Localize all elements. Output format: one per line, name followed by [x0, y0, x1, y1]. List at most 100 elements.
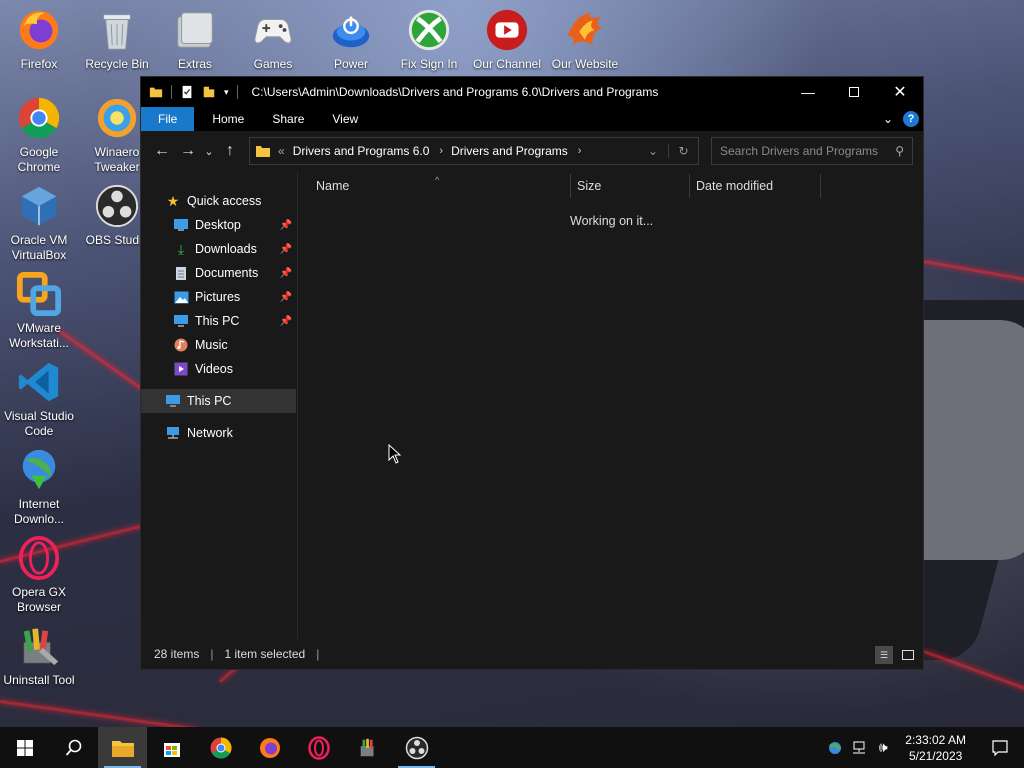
up-button[interactable]: ↑ [217, 138, 243, 164]
desktop-icon-virtualbox[interactable]: Oracle VM VirtualBox [0, 182, 78, 263]
wallpaper-line [923, 650, 1024, 691]
nav-this-pc[interactable]: This PC [141, 389, 296, 413]
notification-icon [992, 739, 1008, 756]
chevron-right-icon[interactable]: › [439, 145, 443, 157]
desktop-icon-games[interactable]: Games [234, 6, 312, 72]
maximize-button[interactable] [831, 77, 877, 107]
column-label: Size [577, 179, 602, 193]
taskbar-firefox[interactable] [245, 727, 294, 768]
column-header-name[interactable]: ^ Name [298, 174, 571, 198]
address-bar[interactable]: « Drivers and Programs 6.0 › Drivers and… [249, 137, 699, 165]
desktop-icon-recycle-bin[interactable]: Recycle Bin [78, 6, 156, 72]
forward-button[interactable]: → [175, 138, 201, 164]
firefox-icon [259, 737, 280, 758]
nav-label: Music [195, 338, 228, 352]
desktop-icon-label: Uninstall Tool [3, 673, 75, 687]
desktop-icon-extras[interactable]: Extras [156, 6, 234, 72]
desktop-icon-google-chrome[interactable]: Google Chrome [0, 94, 78, 175]
back-button[interactable]: ← [149, 138, 175, 164]
taskbar: 🕪 2:33:02 AM 5/21/2023 [0, 727, 1024, 768]
desktop-icon-label: Firefox [20, 57, 58, 71]
refresh-icon[interactable]: ↻ [668, 144, 698, 158]
divider: | [210, 647, 214, 661]
taskbar-opera-gx[interactable] [294, 727, 343, 768]
desktop-icon-vmware[interactable]: VMware Workstati... [0, 270, 78, 351]
recent-locations-button[interactable]: ⌄ [201, 138, 217, 164]
chrome-icon [210, 737, 232, 759]
taskbar-uninstall-tool[interactable] [343, 727, 392, 768]
folder-icon [171, 6, 219, 54]
desktop-icon-our-channel[interactable]: Our Channel [468, 6, 546, 72]
tray-app-button[interactable] [823, 741, 847, 755]
tab-home[interactable]: Home [198, 107, 258, 131]
xbox-icon [405, 6, 453, 54]
desktop-icon-power[interactable]: Power [312, 6, 390, 72]
tab-share[interactable]: Share [258, 107, 318, 131]
minimize-button[interactable]: — [785, 77, 831, 107]
breadcrumb-item[interactable]: Drivers and Programs [451, 144, 568, 158]
properties-icon[interactable] [180, 85, 194, 99]
nav-label: Network [187, 426, 233, 440]
help-icon[interactable]: ? [903, 111, 919, 127]
close-button[interactable]: ✕ [877, 77, 923, 107]
wallpaper-line [923, 260, 1024, 283]
chevron-right-icon[interactable]: › [578, 145, 582, 157]
search-input[interactable] [720, 144, 896, 158]
desktop-icon-uninstall-tool[interactable]: Uninstall Tool [0, 622, 78, 688]
nav-quick-access[interactable]: ★ Quick access [141, 189, 296, 213]
nav-documents[interactable]: Documents 📌 [141, 261, 296, 285]
nav-pictures[interactable]: Pictures 📌 [141, 285, 296, 309]
desktop-icon-our-website[interactable]: Our Website [546, 6, 624, 72]
network-button[interactable] [847, 741, 871, 755]
taskbar-file-explorer[interactable] [98, 727, 147, 768]
pin-icon[interactable]: 📌 [280, 316, 292, 327]
tab-file[interactable]: File [141, 107, 195, 131]
pin-icon[interactable]: 📌 [280, 268, 292, 279]
taskbar-chrome[interactable] [196, 727, 245, 768]
desktop-icon-vscode[interactable]: Visual Studio Code [0, 358, 78, 439]
title-bar[interactable]: ▾ C:\Users\Admin\Downloads\Drivers and P… [141, 77, 923, 107]
volume-button[interactable]: 🕪 [871, 739, 895, 756]
start-button[interactable] [0, 727, 49, 768]
breadcrumb-item[interactable]: Drivers and Programs 6.0 [293, 144, 430, 158]
action-center-button[interactable] [976, 727, 1024, 768]
navigation-pane[interactable]: ★ Quick access Desktop 📌 ⤓ Downloads 📌 D… [141, 171, 298, 639]
address-dropdown-icon[interactable]: ⌄ [638, 144, 668, 158]
expand-ribbon-icon[interactable]: ⌄ [883, 112, 893, 126]
pin-icon[interactable]: 📌 [280, 220, 292, 231]
desktop-icon-opera-gx[interactable]: Opera GX Browser [0, 534, 78, 615]
nav-music[interactable]: Music [141, 333, 296, 357]
nav-videos[interactable]: Videos [141, 357, 296, 381]
quick-access-dropdown-icon[interactable]: ▾ [224, 87, 229, 98]
pin-icon[interactable]: 📌 [280, 292, 292, 303]
search-button[interactable] [49, 727, 98, 768]
music-icon [173, 337, 189, 353]
nav-network[interactable]: Network [141, 421, 296, 445]
overflow-icon[interactable]: « [278, 144, 285, 158]
column-header-date-modified[interactable]: Date modified [690, 174, 821, 198]
column-label: Name [316, 179, 350, 193]
large-icons-view-button[interactable] [899, 646, 917, 664]
clock[interactable]: 2:33:02 AM 5/21/2023 [895, 732, 976, 764]
taskbar-store[interactable] [147, 727, 196, 768]
start-icon [16, 739, 33, 756]
volume-icon: 🕪 [878, 739, 888, 755]
desktop-icon-fix-sign-in[interactable]: Fix Sign In [390, 6, 468, 72]
desktop-icon-firefox[interactable]: Firefox [0, 6, 78, 72]
search-box[interactable]: ⚲ [711, 137, 913, 165]
nav-this-pc-pinned[interactable]: This PC 📌 [141, 309, 296, 333]
file-explorer-window[interactable]: ▾ C:\Users\Admin\Downloads\Drivers and P… [140, 76, 924, 670]
clock-time: 2:33:02 AM [905, 732, 966, 747]
file-list[interactable]: ^ Name Size Date modified Working on it.… [298, 171, 923, 639]
pin-icon[interactable]: 📌 [280, 244, 292, 255]
item-count: 28 items [154, 647, 200, 661]
taskbar-obs[interactable] [392, 727, 441, 768]
details-view-button[interactable]: ☰ [875, 646, 893, 664]
tab-view[interactable]: View [318, 107, 372, 131]
column-header-size[interactable]: Size [571, 174, 690, 198]
nav-downloads[interactable]: ⤓ Downloads 📌 [141, 237, 296, 261]
desktop-icon-internet-download-manager[interactable]: Internet Downlo... [0, 446, 78, 527]
nav-desktop[interactable]: Desktop 📌 [141, 213, 296, 237]
new-folder-icon[interactable] [202, 85, 216, 99]
nav-label: Documents [195, 266, 259, 280]
